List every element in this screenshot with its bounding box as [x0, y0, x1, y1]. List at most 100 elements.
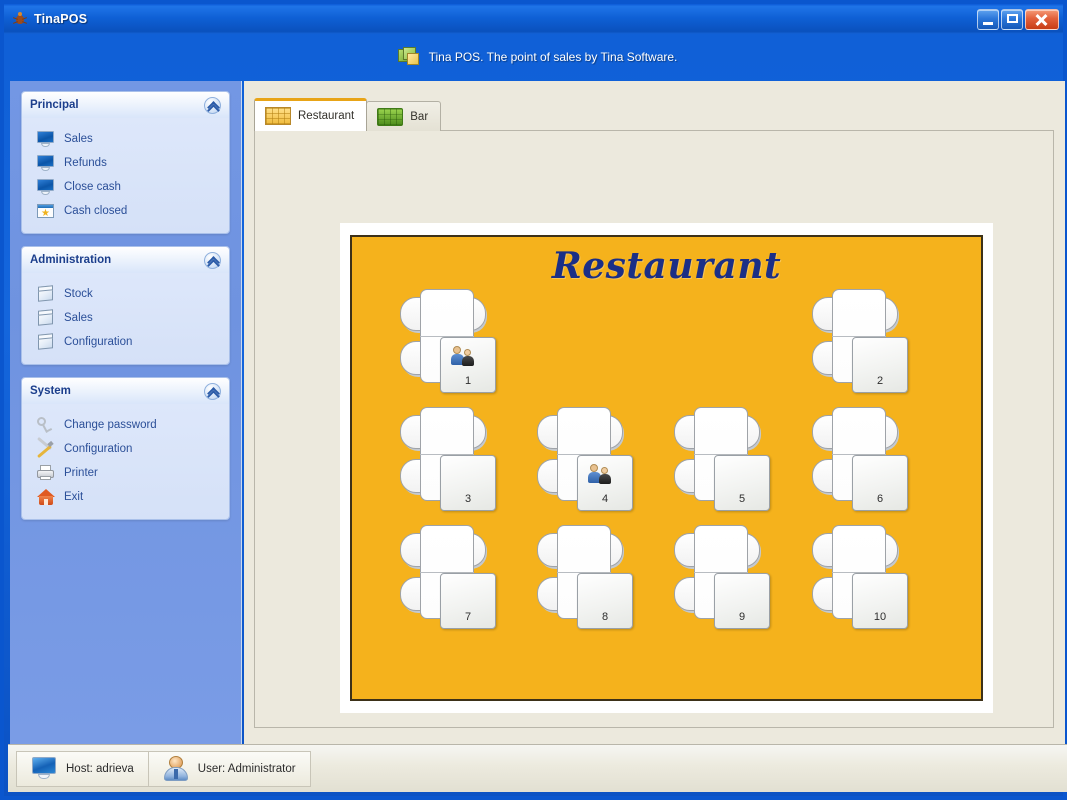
restaurant-table[interactable]: 3 [400, 407, 496, 517]
status-cell: Host: adrieva [16, 750, 149, 787]
panel-title: Principal [30, 99, 79, 111]
sidebar-item-close-cash[interactable]: Close cash [36, 175, 223, 199]
restaurant-table[interactable]: 9 [674, 525, 770, 635]
sidebar-item-change-password[interactable]: Change password [36, 413, 223, 437]
monitor-icon [36, 130, 56, 148]
key-icon [36, 416, 56, 434]
user-icon [163, 756, 189, 781]
sidebar-panel-system: System Change password Configuration Printe… [21, 377, 230, 520]
table-label-card[interactable]: 2 [852, 337, 908, 393]
sidebar-item-exit[interactable]: Exit [36, 485, 223, 509]
tab-page-restaurant: Restaurant 1 2 3 4 5 6 7 8 9 10 [254, 130, 1054, 728]
window-title: TinaPOS [34, 12, 88, 26]
sidebar-item-label: Refunds [64, 157, 107, 169]
occupied-people-icon [588, 463, 618, 485]
tools-icon [36, 436, 56, 459]
table-number: 1 [464, 375, 472, 387]
tab-restaurant[interactable]: Restaurant [254, 98, 368, 131]
monitor-icon [31, 757, 57, 780]
panel-body: Stock Sales Configuration [22, 273, 229, 364]
sidebar-item-configuration[interactable]: Configuration [36, 330, 223, 354]
sidebar-item-label: Change password [64, 419, 157, 431]
status-cell: User: Administrator [148, 750, 311, 787]
restaurant-table[interactable]: 5 [674, 407, 770, 517]
chevron-up-circle-icon[interactable] [204, 382, 221, 400]
restaurant-table[interactable]: 10 [812, 525, 908, 635]
tab-bar[interactable]: Bar [366, 101, 442, 131]
window-controls [977, 8, 1059, 30]
window-star-icon: ★ [36, 202, 56, 220]
tab-strip: Restaurant Bar [254, 98, 442, 131]
sidebar-item-sales[interactable]: Sales [36, 127, 223, 151]
floor-plan: Restaurant 1 2 3 4 5 6 7 8 9 10 [350, 235, 983, 701]
table-label-card[interactable]: 4 [577, 455, 633, 511]
table-label-card[interactable]: 1 [440, 337, 496, 393]
panel-header[interactable]: System [22, 378, 229, 404]
box-icon [36, 285, 56, 303]
sidebar-item-refunds[interactable]: Refunds [36, 151, 223, 175]
table-number: 4 [601, 493, 609, 505]
sidebar-item-label: Stock [64, 288, 93, 300]
table-label-card[interactable]: 10 [852, 573, 908, 629]
close-button[interactable] [1025, 8, 1059, 30]
sidebar-item-label: Configuration [64, 336, 133, 348]
table-label-card[interactable]: 3 [440, 455, 496, 511]
table-number: 10 [873, 611, 887, 623]
table-number: 9 [738, 611, 746, 623]
table-label-card[interactable]: 6 [852, 455, 908, 511]
sidebar-item-label: Configuration [64, 443, 133, 455]
sidebar-item-label: Printer [64, 467, 98, 479]
app-banner: Tina POS. The point of sales by Tina Sof… [8, 34, 1067, 79]
restaurant-table[interactable]: 4 [537, 407, 633, 517]
cascading-windows-icon [397, 46, 420, 67]
monitor-icon [36, 154, 56, 172]
sidebar-item-sales[interactable]: Sales [36, 306, 223, 330]
tab-label: Restaurant [298, 110, 355, 122]
bar-green-icon [377, 107, 404, 126]
title-bar: TinaPOS [4, 4, 1063, 34]
restaurant-grid-icon [265, 107, 291, 125]
tab-label: Bar [410, 110, 429, 123]
occupied-people-icon [451, 345, 481, 367]
table-number: 2 [876, 375, 884, 387]
sidebar-item-printer[interactable]: Printer [36, 461, 223, 485]
panel-body: Sales Refunds Close cash ★ Cash closed [22, 118, 229, 233]
window-frame: TinaPOS Tina POS. The point of sales by … [0, 0, 1067, 800]
status-text: Host: adrieva [66, 762, 134, 775]
restaurant-table[interactable]: 8 [537, 525, 633, 635]
sidebar-item-label: Sales [64, 133, 93, 145]
panel-header[interactable]: Principal [22, 92, 229, 118]
banner-text: Tina POS. The point of sales by Tina Sof… [428, 49, 678, 64]
box-icon [36, 333, 56, 351]
chevron-up-circle-icon[interactable] [204, 96, 221, 114]
table-number: 6 [876, 493, 884, 505]
restaurant-table[interactable]: 7 [400, 525, 496, 635]
restaurant-table[interactable]: 1 [400, 289, 496, 399]
sidebar-item-cash-closed[interactable]: ★ Cash closed [36, 199, 223, 223]
application-window: TinaPOS Tina POS. The point of sales by … [0, 0, 1067, 800]
panel-title: Administration [30, 254, 112, 266]
sidebar-item-configuration[interactable]: Configuration [36, 436, 223, 461]
panel-header[interactable]: Administration [22, 247, 229, 273]
minimize-button[interactable] [977, 8, 999, 30]
monitor-icon [36, 178, 56, 196]
table-label-card[interactable]: 8 [577, 573, 633, 629]
client-area: Principal Sales Refunds Close cash ★ Cash clo… [8, 79, 1067, 748]
table-number: 3 [464, 493, 472, 505]
sidebar-item-label: Close cash [64, 181, 121, 193]
restaurant-table[interactable]: 6 [812, 407, 908, 517]
printer-icon [36, 464, 56, 482]
maximize-button[interactable] [1001, 8, 1023, 30]
restaurant-table[interactable]: 2 [812, 289, 908, 399]
chevron-up-circle-icon[interactable] [204, 251, 221, 269]
panel-title: System [30, 385, 71, 397]
table-label-card[interactable]: 7 [440, 573, 496, 629]
floor-title: Restaurant [551, 245, 782, 287]
floor-plan-frame: Restaurant 1 2 3 4 5 6 7 8 9 10 [340, 223, 993, 713]
home-exit-icon [36, 488, 56, 506]
bug-icon [12, 11, 28, 27]
table-number: 5 [738, 493, 746, 505]
sidebar-item-stock[interactable]: Stock [36, 282, 223, 306]
table-label-card[interactable]: 9 [714, 573, 770, 629]
table-label-card[interactable]: 5 [714, 455, 770, 511]
